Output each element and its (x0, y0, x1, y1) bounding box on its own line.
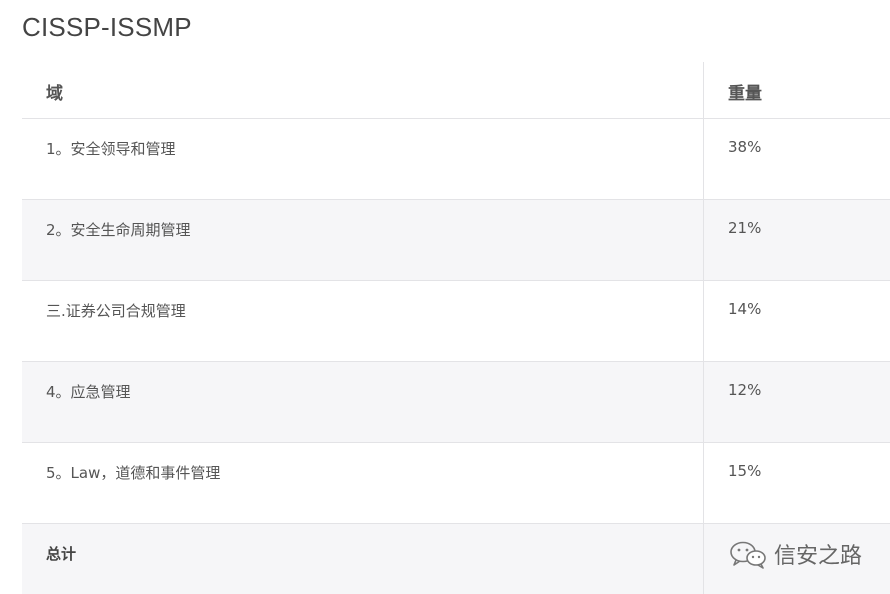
domain-cell: 2。安全生命周期管理 (22, 200, 704, 280)
domain-cell: 三.证券公司合规管理 (22, 281, 704, 361)
table-row: 1。安全领导和管理 38% (22, 119, 890, 200)
domain-cell: 4。应急管理 (22, 362, 704, 442)
table-row: 5。Law，道德和事件管理 15% (22, 443, 890, 524)
column-header-weight: 重量 (728, 84, 762, 104)
domain-cell: 1。安全领导和管理 (22, 119, 704, 199)
watermark: 信安之路 (728, 538, 862, 570)
weight-cell: 14% (728, 300, 762, 318)
watermark-text: 信安之路 (774, 544, 863, 569)
table-row: 2。安全生命周期管理 21% (22, 200, 890, 281)
weight-cell: 15% (728, 462, 762, 480)
weight-cell: 38% (728, 138, 762, 156)
weight-cell: 12% (728, 381, 762, 399)
table-row: 三.证券公司合规管理 14% (22, 281, 890, 362)
weight-cell: 21% (728, 219, 762, 237)
table-header-row: 域 重量 (22, 62, 890, 119)
page-title: CISSP-ISSMP (22, 12, 192, 42)
wechat-icon (728, 539, 768, 569)
weights-table: 域 重量 1。安全领导和管理 38% 2。安全生命周期管理 21% 三.证券公司… (22, 62, 890, 594)
total-label: 总计 (22, 524, 704, 594)
column-header-domain: 域 (22, 62, 704, 118)
table-row: 4。应急管理 12% (22, 362, 890, 443)
domain-cell: 5。Law，道德和事件管理 (22, 443, 704, 523)
